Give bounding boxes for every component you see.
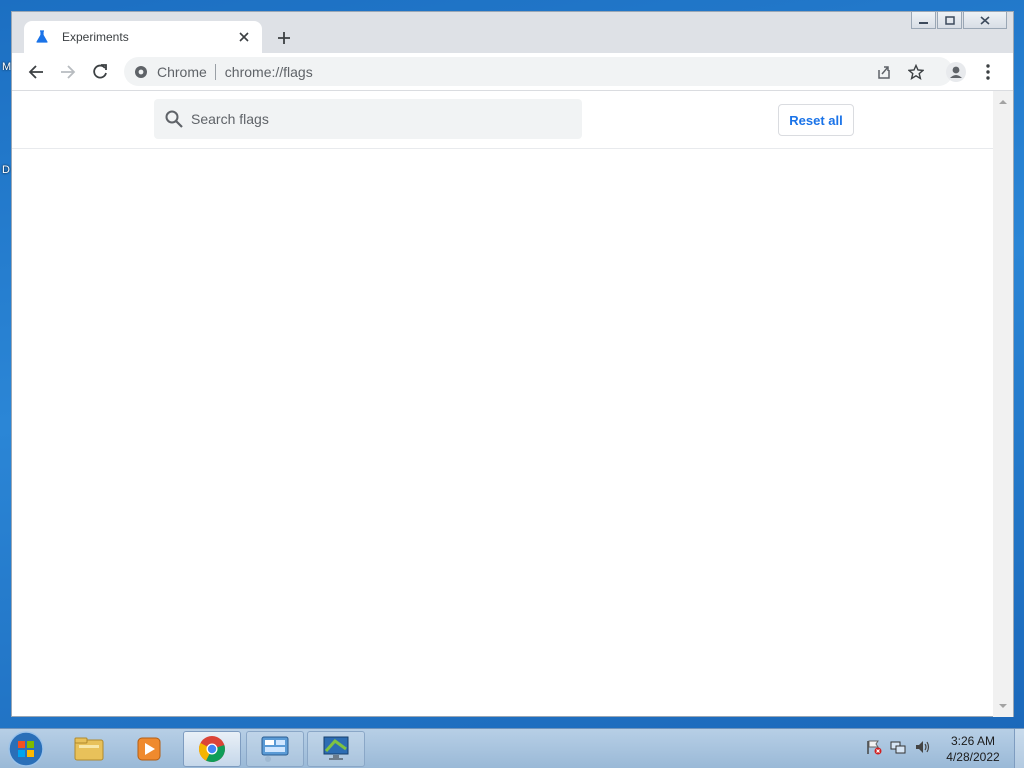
omnibox[interactable]: Chrome chrome://flags [124,57,953,86]
remote-desktop-icon [323,736,349,760]
minimize-icon [919,21,928,24]
plus-icon [278,32,290,44]
control-panel-icon [261,736,289,762]
search-box[interactable] [154,99,582,139]
omnibox-url[interactable]: chrome://flags [225,64,313,80]
clock[interactable]: 3:26 AM 4/28/2022 [940,733,1006,765]
desktop-label: D [2,164,10,176]
share-icon [878,66,890,79]
search-input[interactable] [191,111,561,127]
flask-icon [35,29,51,45]
browser-window: Experiments Chrome chrome://flags Search… [11,11,1014,717]
clock-time: 3:26 AM [950,734,996,748]
arrow-left-icon [28,65,43,79]
search-icon [165,109,185,129]
arrow-right-icon [61,65,76,79]
close-icon [239,32,249,42]
taskbar-control-panel[interactable] [246,731,304,767]
chrome-icon [198,736,225,763]
close-icon [980,15,990,25]
share-button[interactable] [874,62,894,82]
profile-button[interactable] [946,62,966,82]
taskbar-media-player[interactable] [120,731,178,767]
show-desktop-button[interactable] [1014,729,1024,768]
chrome-site-icon [134,64,150,80]
scrollbar[interactable] [993,91,1013,717]
tab-close-button[interactable] [236,29,252,45]
reset-all-button[interactable]: Reset all [778,104,854,136]
network-icon[interactable] [890,739,906,755]
caption-buttons [910,12,1007,29]
clock-date: 4/28/2022 [946,750,1000,764]
star-icon [908,64,924,80]
action-center-flag-icon[interactable] [866,739,882,755]
menu-button[interactable] [978,62,998,82]
start-button[interactable] [6,731,46,767]
tab-experiments[interactable]: Experiments [24,21,262,53]
page-content: Reset all [12,90,1013,717]
omnibox-origin: Chrome [157,63,207,80]
omnibox-separator [214,63,216,80]
media-player-icon [137,737,161,761]
restore-button[interactable] [937,12,962,29]
kebab-menu-icon [986,64,990,80]
reload-button[interactable] [90,62,110,82]
forward-button[interactable] [58,62,78,82]
reload-icon [93,64,107,79]
file-explorer-icon [74,737,104,761]
flags-header: Reset all [12,91,993,149]
close-window-button[interactable] [963,12,1007,29]
scroll-up-icon[interactable] [998,97,1008,107]
toolbar: Chrome chrome://flags [12,53,1013,90]
taskbar-file-explorer[interactable] [60,731,118,767]
taskbar-remote-desktop[interactable] [307,731,365,767]
volume-icon[interactable] [914,739,930,755]
tab-title: Experiments [62,30,129,44]
system-tray [866,739,930,755]
taskbar-chrome[interactable] [183,731,241,767]
start-orb-icon [8,731,44,767]
minimize-button[interactable] [911,12,936,29]
restore-icon [944,15,955,25]
profile-icon [946,62,966,82]
back-button[interactable] [26,62,46,82]
scroll-down-icon[interactable] [998,701,1008,711]
desktop-label: M [2,61,12,73]
bookmark-star-button[interactable] [906,62,926,82]
taskbar: 3:26 AM 4/28/2022 [0,728,1024,768]
new-tab-button[interactable] [274,28,294,48]
